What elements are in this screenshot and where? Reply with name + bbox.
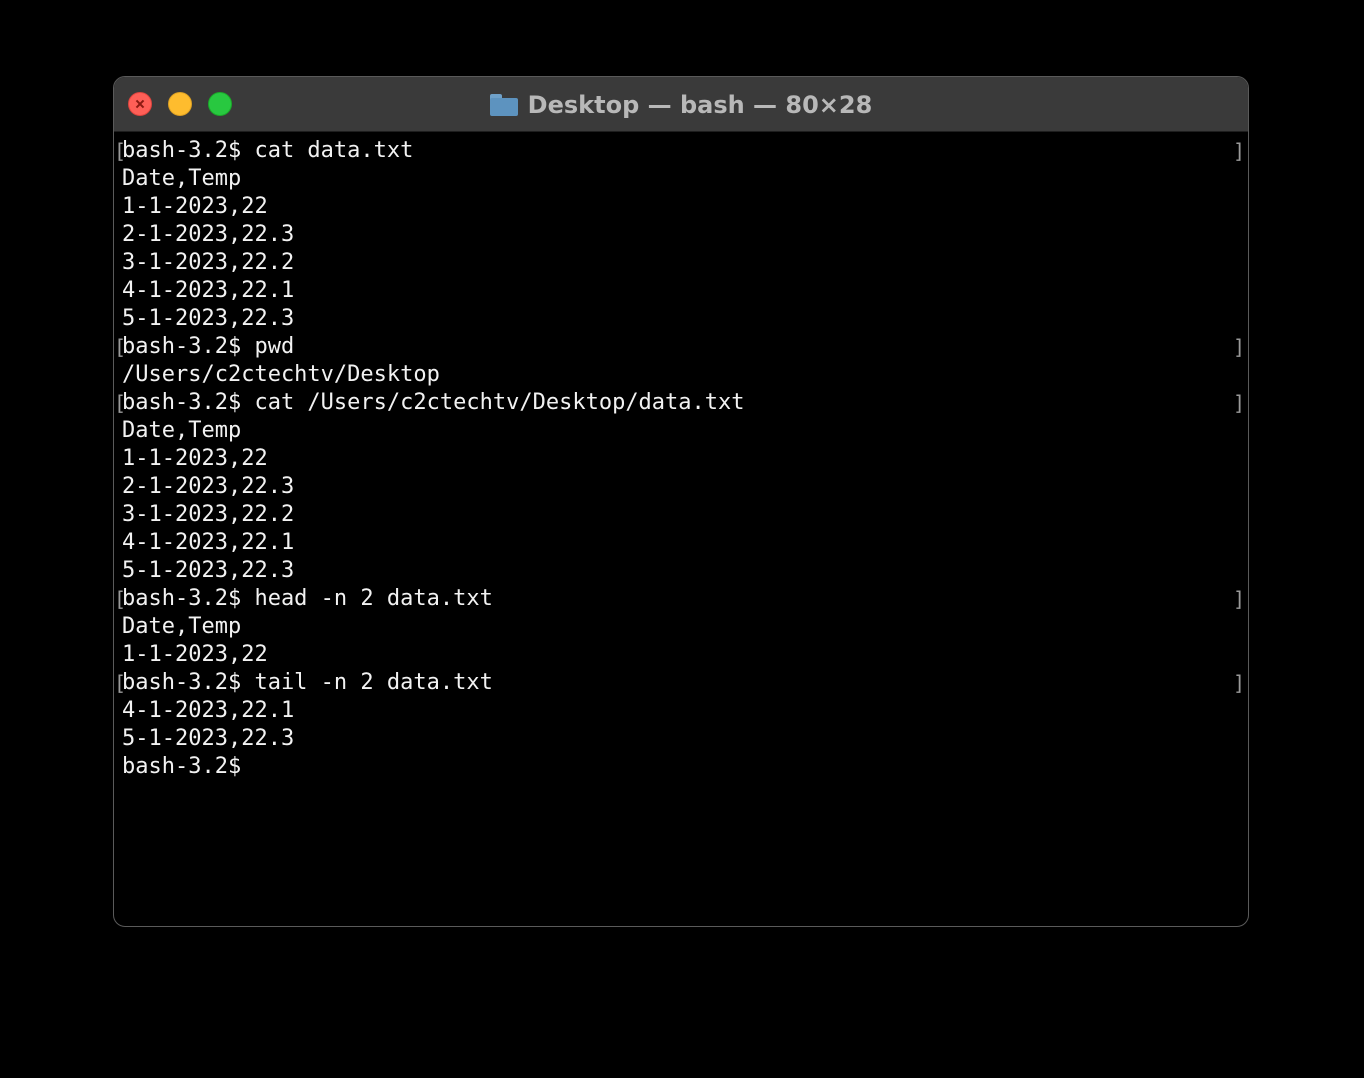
output-line: 3-1-2023,22.2 (114, 501, 1248, 529)
mark-bracket-right: ] (1232, 671, 1245, 695)
output-line: 1-1-2023,22 (114, 193, 1248, 221)
line-text: 1-1-2023,22 (122, 194, 268, 219)
output-line: 4-1-2023,22.1 (114, 697, 1248, 725)
output-line: 5-1-2023,22.3 (114, 725, 1248, 753)
line-text: 4-1-2023,22.1 (122, 278, 295, 303)
output-line: Date,Temp (114, 165, 1248, 193)
prompt-line: [bash-3.2$ pwd] (114, 333, 1248, 361)
prompt-line: [bash-3.2$ cat /Users/c2ctechtv/Desktop/… (114, 389, 1248, 417)
line-text: 1-1-2023,22 (122, 446, 268, 471)
line-text: 2-1-2023,22.3 (122, 222, 295, 247)
output-line: 2-1-2023,22.3 (114, 473, 1248, 501)
terminal-output[interactable]: [bash-3.2$ cat data.txt] Date,Temp 1-1-202… (114, 137, 1248, 926)
line-text: bash-3.2$ pwd (122, 334, 295, 359)
mark-bracket-left: [ (114, 587, 127, 611)
line-text: 1-1-2023,22 (122, 642, 268, 667)
output-line: 4-1-2023,22.1 (114, 277, 1248, 305)
prompt-line: [bash-3.2$ head -n 2 data.txt] (114, 585, 1248, 613)
window-title: Desktop — bash — 80×28 (527, 90, 873, 119)
line-text: 3-1-2023,22.2 (122, 502, 295, 527)
window-title-group: Desktop — bash — 80×28 (114, 77, 1248, 132)
output-line: 4-1-2023,22.1 (114, 529, 1248, 557)
line-text: bash-3.2$ tail -n 2 data.txt (122, 670, 493, 695)
mark-bracket-right: ] (1232, 335, 1245, 359)
line-text: Date,Temp (122, 418, 242, 443)
mark-bracket-right: ] (1232, 139, 1245, 163)
line-text: 5-1-2023,22.3 (122, 306, 295, 331)
line-text: bash-3.2$ head -n 2 data.txt (122, 586, 493, 611)
line-text: Date,Temp (122, 614, 242, 639)
line-text: bash-3.2$ (122, 754, 242, 779)
mark-bracket-left: [ (114, 391, 127, 415)
prompt-line: [bash-3.2$ cat data.txt] (114, 137, 1248, 165)
output-line: 1-1-2023,22 (114, 445, 1248, 473)
line-text: Date,Temp (122, 166, 242, 191)
mark-bracket-right: ] (1232, 391, 1245, 415)
output-line: Date,Temp (114, 417, 1248, 445)
output-line: /Users/c2ctechtv/Desktop (114, 361, 1248, 389)
mark-bracket-left: [ (114, 671, 127, 695)
line-text: bash-3.2$ cat data.txt (122, 138, 414, 163)
title-bar[interactable]: Desktop — bash — 80×28 (114, 77, 1248, 132)
line-text: 4-1-2023,22.1 (122, 698, 295, 723)
output-line: 2-1-2023,22.3 (114, 221, 1248, 249)
line-text: 4-1-2023,22.1 (122, 530, 295, 555)
line-text: bash-3.2$ cat /Users/c2ctechtv/Desktop/d… (122, 390, 745, 415)
line-text: 2-1-2023,22.3 (122, 474, 295, 499)
prompt-line: [bash-3.2$ tail -n 2 data.txt] (114, 669, 1248, 697)
line-text: 3-1-2023,22.2 (122, 250, 295, 275)
output-line: 1-1-2023,22 (114, 641, 1248, 669)
output-line: bash-3.2$ (114, 753, 1248, 781)
line-text: 5-1-2023,22.3 (122, 558, 295, 583)
terminal-window: Desktop — bash — 80×28 [bash-3.2$ cat da… (113, 76, 1249, 927)
output-line: 5-1-2023,22.3 (114, 557, 1248, 585)
output-line: 3-1-2023,22.2 (114, 249, 1248, 277)
folder-icon (489, 93, 518, 116)
mark-bracket-left: [ (114, 139, 127, 163)
output-line: 5-1-2023,22.3 (114, 305, 1248, 333)
line-text: /Users/c2ctechtv/Desktop (122, 362, 440, 387)
mark-bracket-right: ] (1232, 587, 1245, 611)
line-text: 5-1-2023,22.3 (122, 726, 295, 751)
output-line: Date,Temp (114, 613, 1248, 641)
mark-bracket-left: [ (114, 335, 127, 359)
